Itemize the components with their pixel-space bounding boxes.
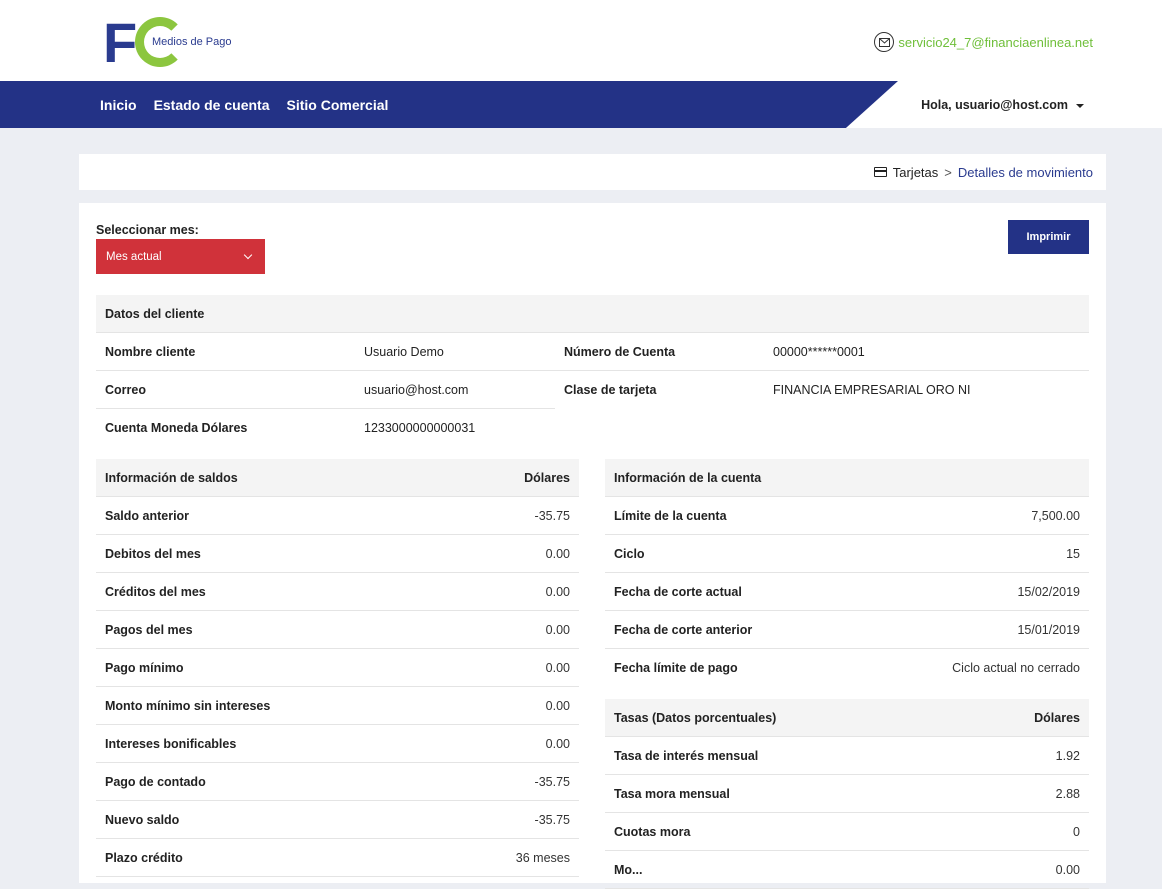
table-row: Cuotas mora 0 <box>605 813 1089 851</box>
main-navbar: Inicio Estado de cuenta Sitio Comercial … <box>0 81 1162 128</box>
table-row: Fecha de corte actual 15/02/2019 <box>605 573 1089 611</box>
company-logo[interactable]: F Medios de Pago <box>103 11 253 74</box>
account-info-title: Información de la cuenta <box>614 470 762 485</box>
table-row: Plazo crédito 36 meses <box>96 839 579 877</box>
table-row: Monto mínimo sin intereses 0.00 <box>96 687 579 725</box>
top-header: F Medios de Pago servicio24_7@financiaen… <box>0 0 1162 81</box>
account-info-header: Información de la cuenta <box>605 459 1089 497</box>
month-select-value[interactable]: Mes actual <box>106 251 162 263</box>
client-row-3: Cuenta Moneda Dólares 1233000000000031 <box>96 409 1089 447</box>
client-data-section: Datos del cliente Nombre cliente Usuario… <box>96 295 1089 447</box>
table-row: Debitos del mes 0.00 <box>96 535 579 573</box>
statement-panel: Seleccionar mes: Mes actual Imprimir Dat… <box>79 203 1106 889</box>
client-row-2: Correo usuario@host.com Clase de tarjeta… <box>96 371 1089 409</box>
table-row: Tasa de interés mensual 1.92 <box>605 737 1089 775</box>
table-row: Mo... 0.00 <box>605 851 1089 889</box>
client-data-title: Datos del cliente <box>96 295 1089 333</box>
table-row: Pago de contado -35.75 <box>96 763 579 801</box>
table-row: Fecha límite de pago Ciclo actual no cerr… <box>614 661 1080 675</box>
envelope-icon <box>874 32 895 52</box>
client-email-value: usuario@host.com <box>364 382 469 397</box>
table-row: Límite de la cuenta 7,500.00 <box>605 497 1089 535</box>
chevron-down-icon[interactable] <box>243 250 253 260</box>
breadcrumb-parent[interactable]: Tarjetas <box>893 165 939 180</box>
table-row: Nuevo saldo -35.75 <box>96 801 579 839</box>
balances-table: Información de saldos Dólares Saldo ante… <box>96 459 579 877</box>
client-name-value: Usuario Demo <box>364 344 444 359</box>
breadcrumb-separator: > <box>944 164 952 180</box>
table-row: Pago mínimo 0.00 <box>96 649 579 687</box>
table-row: Ciclo 15 <box>605 535 1089 573</box>
table-row: Pagos del mes 0.00 <box>96 611 579 649</box>
balances-header: Información de saldos Dólares <box>96 459 579 497</box>
table-row: Saldo anterior -35.75 <box>96 497 579 535</box>
nav-links: Inicio Estado de cuenta Sitio Comercial <box>100 81 388 128</box>
dollar-account-value: 1233000000000031 <box>364 421 476 435</box>
breadcrumb-current: Detalles de movimiento <box>957 164 1093 180</box>
credit-card-icon <box>873 167 887 177</box>
card-class-value: FINANCIA EMPRESARIAL ORO NI <box>773 383 971 397</box>
dollar-account-label: Cuenta Moneda Dólares <box>105 421 248 435</box>
client-email-label: Correo <box>105 382 146 397</box>
rates-table: Tasas (Datos porcentuales) Dólares Tasa … <box>605 699 1089 889</box>
card-class-label: Clase de tarjeta <box>564 383 657 397</box>
logo-letter-f: F <box>103 11 137 74</box>
month-select-label: Seleccionar mes: <box>96 223 199 237</box>
caret-down-icon[interactable] <box>1076 103 1084 108</box>
nav-estado-de-cuenta[interactable]: Estado de cuenta <box>154 97 270 113</box>
nav-inicio[interactable]: Inicio <box>100 97 137 113</box>
support-email-text[interactable]: servicio24_7@financiaenlinea.net <box>898 35 1093 50</box>
rates-header: Tasas (Datos porcentuales) Dólares <box>605 699 1089 737</box>
account-info-table: Información de la cuenta Límite de la cu… <box>605 459 1089 687</box>
print-button[interactable]: Imprimir <box>1008 220 1089 254</box>
month-select[interactable]: Mes actual <box>96 239 265 274</box>
rates-currency: Dólares <box>1034 710 1080 725</box>
table-row: Créditos del mes 0.00 <box>96 573 579 611</box>
support-email[interactable]: servicio24_7@financiaenlinea.net <box>874 32 1093 52</box>
balances-title: Información de saldos <box>105 470 238 485</box>
client-name-label: Nombre cliente <box>105 344 196 359</box>
logo-subtitle: Medios de Pago <box>152 36 232 48</box>
table-row: Fecha de corte anterior 15/01/2019 <box>605 611 1089 649</box>
breadcrumb: Tarjetas > Detalles de movimiento <box>79 154 1106 190</box>
nav-sitio-comercial[interactable]: Sitio Comercial <box>286 97 388 113</box>
client-row-1: Nombre cliente Usuario Demo Número de Cu… <box>96 333 1089 371</box>
user-menu[interactable]: Hola, usuario@host.com <box>921 81 1084 128</box>
table-row: Tasa mora mensual 2.88 <box>605 775 1089 813</box>
user-greeting[interactable]: Hola, usuario@host.com <box>921 98 1068 112</box>
balances-currency: Dólares <box>524 470 570 485</box>
rates-title: Tasas (Datos porcentuales) <box>614 710 777 725</box>
table-row: Intereses bonificables 0.00 <box>96 725 579 763</box>
account-number-value: 00000******0001 <box>773 344 865 359</box>
account-number-label: Número de Cuenta <box>564 344 676 359</box>
